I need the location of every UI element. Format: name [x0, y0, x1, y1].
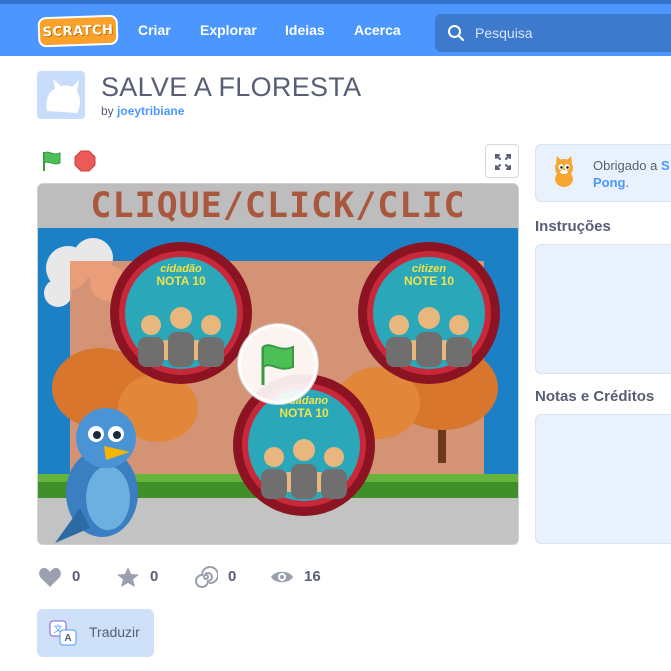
- remix-credit-text: Obrigado a S Pong.: [593, 157, 671, 191]
- nav-item-create[interactable]: Criar: [138, 22, 171, 38]
- loves-count: 0: [72, 568, 81, 585]
- remix-project-link[interactable]: Pong: [593, 175, 626, 190]
- project-byline: by joeytribiane: [101, 104, 184, 118]
- stage-banner: CLIQUE/CLICK/CLIC: [38, 184, 518, 228]
- svg-text:A: A: [64, 633, 71, 644]
- green-flag-icon[interactable]: [40, 149, 64, 173]
- logo-text: SCRATCH: [42, 22, 114, 40]
- star-icon: [117, 567, 139, 587]
- nav-item-about[interactable]: Acerca: [354, 22, 401, 38]
- stage-start-button[interactable]: [238, 324, 318, 404]
- remix-credit-card: Obrigado a S Pong.: [535, 144, 671, 202]
- remix-author-link[interactable]: S: [661, 158, 670, 173]
- medallion-label-2: NOTE 10: [404, 274, 454, 288]
- cat-silhouette-icon: [46, 79, 80, 113]
- nav-item-explore[interactable]: Explorar: [200, 22, 257, 38]
- search-icon: [448, 25, 464, 41]
- scratch-logo[interactable]: SCRATCH: [37, 14, 119, 48]
- instructions-heading: Instruções: [535, 218, 611, 235]
- notes-box: [535, 414, 671, 544]
- translate-label: Traduzir: [89, 624, 140, 640]
- remixes-count: 0: [228, 568, 237, 585]
- project-title: SALVE A FLORESTA: [101, 72, 362, 102]
- search-box: [435, 14, 671, 52]
- blue-bird-icon: [55, 408, 138, 543]
- author-avatar[interactable]: [37, 71, 85, 119]
- fullscreen-icon: [495, 154, 511, 170]
- translate-button[interactable]: 文 A Traduzir: [37, 609, 154, 657]
- views-count: 16: [304, 568, 321, 585]
- scratch-cat-icon: [555, 156, 573, 187]
- search-input[interactable]: [475, 22, 665, 44]
- author-link[interactable]: joeytribiane: [117, 104, 184, 118]
- project-stage[interactable]: CLIQUE/CLICK/CLIC cidadão NOTA 10 citize…: [37, 183, 519, 545]
- medallion-label-2: NOTA 10: [279, 406, 329, 420]
- notes-heading: Notas e Créditos: [535, 388, 655, 405]
- instructions-box: [535, 244, 671, 374]
- green-flag-icon: [261, 344, 294, 385]
- remix-prefix: Obrigado a: [593, 158, 658, 173]
- stage-banner-text: CLIQUE/CLICK/CLIC: [90, 186, 466, 226]
- byline-prefix: by: [101, 104, 114, 118]
- eye-icon: [271, 571, 293, 583]
- heart-icon: [39, 567, 61, 587]
- stop-sign-icon[interactable]: [74, 150, 96, 172]
- medallion-label-2: NOTA 10: [156, 274, 206, 288]
- remix-spiral-icon: [195, 566, 218, 588]
- fullscreen-button[interactable]: [485, 144, 519, 178]
- favorites-count: 0: [150, 568, 159, 585]
- medallion-citizen[interactable]: citizen NOTE 10: [356, 240, 502, 386]
- nav-item-ideas[interactable]: Ideias: [285, 22, 325, 38]
- remix-suffix: .: [625, 175, 630, 190]
- top-navigation-bar: SCRATCH Criar Explorar Ideias Acerca: [0, 0, 671, 56]
- medallion-cidadao[interactable]: cidadão NOTA 10: [108, 240, 254, 386]
- translate-icon: 文 A: [49, 620, 77, 646]
